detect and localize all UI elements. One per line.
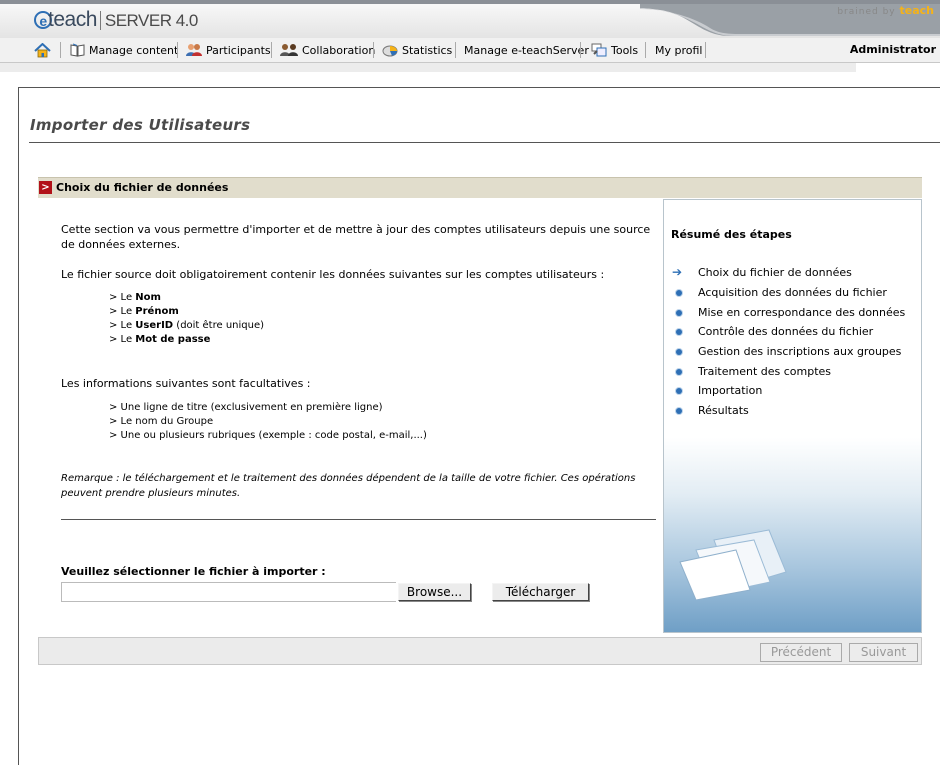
upload-button[interactable]: Télécharger — [492, 583, 589, 601]
nav-manage-server[interactable]: Manage e-teachServer — [464, 43, 589, 59]
required-field-item: > Le Nom — [109, 292, 161, 303]
step-bullet-icon — [676, 349, 682, 355]
next-button[interactable]: Suivant — [849, 643, 918, 662]
previous-button[interactable]: Précédent — [760, 643, 842, 662]
step-item: Choix du fichier de données — [698, 266, 852, 279]
users-icon — [186, 44, 202, 56]
chart-icon — [382, 45, 398, 57]
steps-panel: Résumé des étapes ➔ Choix du fichier de … — [663, 199, 922, 633]
nav-separator — [455, 42, 456, 58]
nav-separator — [580, 42, 581, 58]
nav-collaboration[interactable]: Collaboration — [280, 43, 375, 59]
step-bullet-icon — [676, 388, 682, 394]
required-field-item: > Le UserID (doit être unique) — [109, 320, 265, 331]
brained-by-label: brained by teach — [837, 4, 934, 17]
optional-field-item: > Une ou plusieurs rubriques (exemple : … — [109, 430, 427, 441]
step-bullet-icon — [676, 408, 682, 414]
app-header: eteach SERVER 4.0 brained by teach — [0, 0, 940, 38]
tools-icon — [591, 43, 607, 57]
product-version: SERVER 4.0 — [99, 11, 198, 30]
eteach-logo[interactable]: eteach SERVER 4.0 — [34, 8, 198, 32]
file-select-label: Veuillez sélectionner le fichier à impor… — [61, 565, 326, 578]
intro-paragraph-2: Le fichier source doit obligatoirement c… — [61, 268, 605, 281]
section-title: Choix du fichier de données — [56, 181, 229, 194]
step-bullet-icon — [676, 290, 682, 296]
step-bullet-icon — [676, 329, 682, 335]
nav-statistics[interactable]: Statistics — [382, 43, 452, 59]
nav-separator — [271, 42, 272, 58]
step-bullet-icon — [676, 310, 682, 316]
nav-separator — [60, 42, 61, 58]
section-marker-icon: > — [39, 181, 52, 194]
title-divider — [29, 142, 940, 143]
current-step-arrow-icon: ➔ — [672, 265, 683, 279]
papers-illustration-icon — [679, 529, 787, 600]
step-item: Importation — [698, 384, 763, 397]
nav-separator — [705, 42, 706, 58]
step-item: Mise en correspondance des données — [698, 306, 906, 319]
nav-shadow — [0, 63, 856, 72]
remark-note: Remarque : le téléchargement et le trait… — [61, 473, 636, 499]
nav-separator — [645, 42, 646, 58]
current-user[interactable]: Administrator — [850, 43, 936, 56]
nav-manage-content[interactable]: Manage content — [70, 43, 178, 59]
page-title: Importer des Utilisateurs — [30, 116, 251, 134]
steps-title: Résumé des étapes — [671, 228, 792, 241]
intro-paragraph-3: Les informations suivantes sont facultat… — [61, 377, 311, 390]
optional-field-item: > Le nom du Groupe — [109, 416, 214, 427]
nav-my-profile[interactable]: My profil — [655, 43, 702, 59]
collaboration-icon — [280, 44, 298, 56]
step-bullet-icon — [676, 369, 682, 375]
required-field-item: > Le Mot de passe — [109, 334, 211, 345]
step-item: Traitement des comptes — [698, 365, 832, 378]
logo-text: teach — [48, 8, 97, 31]
browse-button[interactable]: Browse... — [398, 583, 471, 601]
content-divider — [61, 519, 656, 520]
brained-brand: teach — [899, 4, 935, 17]
book-icon — [70, 43, 85, 57]
home-icon[interactable] — [34, 42, 51, 59]
main-nav: Manage content Participants Collaboratio… — [0, 38, 940, 63]
optional-field-item: > Une ligne de titre (exclusivement en p… — [109, 402, 383, 413]
step-item: Acquisition des données du fichier — [698, 286, 887, 299]
step-item: Contrôle des données du fichier — [698, 325, 874, 338]
step-item: Gestion des inscriptions aux groupes — [698, 345, 902, 358]
nav-separator — [177, 42, 178, 58]
section-header: > Choix du fichier de données — [38, 177, 922, 198]
nav-separator — [373, 42, 374, 58]
step-item: Résultats — [698, 404, 749, 417]
nav-tools[interactable]: Tools — [591, 43, 638, 59]
nav-participants[interactable]: Participants — [186, 43, 271, 59]
intro-paragraph-1: Cette section va vous permettre d'import… — [61, 223, 651, 251]
required-field-item: > Le Prénom — [109, 306, 179, 317]
file-path-input[interactable] — [61, 582, 396, 602]
